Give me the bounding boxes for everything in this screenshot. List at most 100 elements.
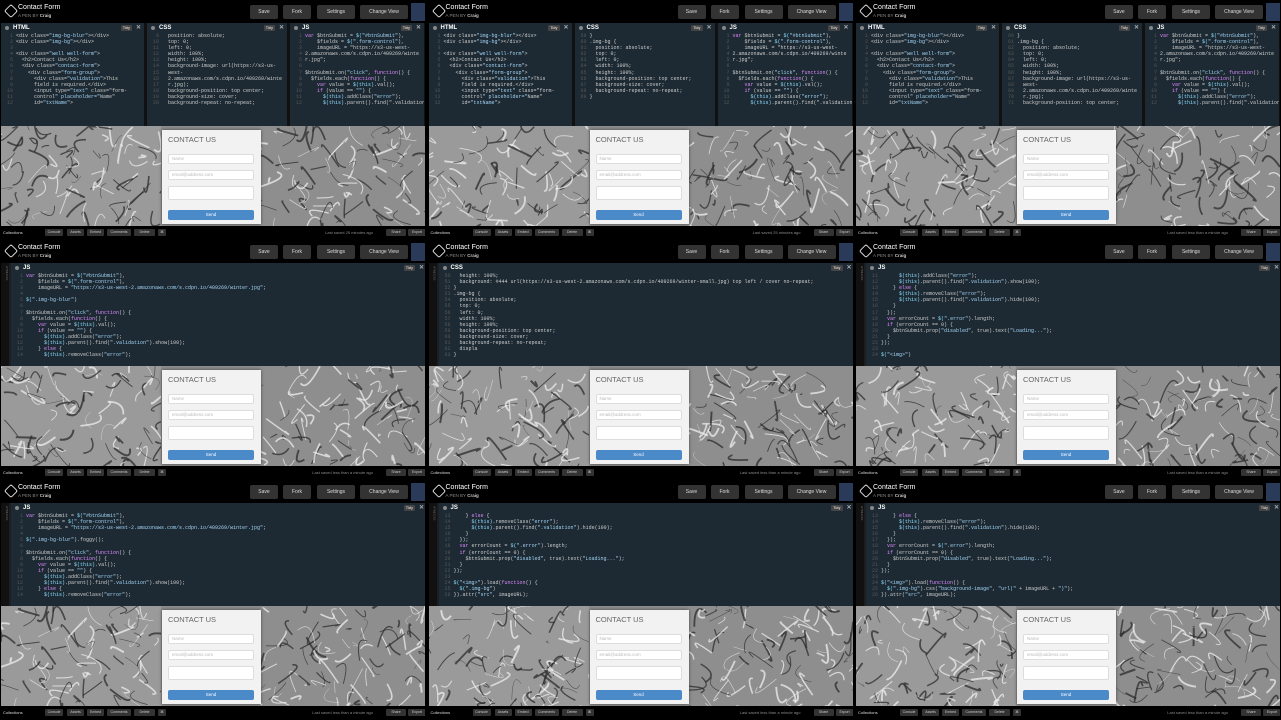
delete-button[interactable]: Delete (561, 709, 583, 716)
user-avatar[interactable] (1266, 483, 1280, 501)
save-button[interactable]: Save (677, 5, 706, 19)
export-button[interactable]: Export (1263, 229, 1280, 236)
editor-pane-css[interactable]: CSS Tidy ✕ 50 height: 100%; 51 background: #… (438, 263, 853, 366)
name-input[interactable]: Name (595, 154, 682, 164)
code-lines[interactable]: 13 } else {14 $(this).removeClass("error… (866, 513, 1280, 598)
pen-title[interactable]: Contact Form (446, 244, 488, 251)
collapsed-editors-tab[interactable]: HTMLCSS (428, 503, 437, 606)
send-button[interactable]: Send (168, 450, 254, 460)
comments-button[interactable]: Comments (962, 469, 986, 476)
embed-button[interactable]: Embed (514, 229, 532, 236)
user-avatar[interactable] (1266, 243, 1280, 261)
message-textarea[interactable] (168, 186, 254, 200)
delete-button[interactable]: Delete (989, 469, 1010, 476)
author-name[interactable]: Craig (895, 253, 907, 258)
email-input[interactable]: email@address.com (595, 170, 682, 180)
code-line[interactable]: 20 background-repeat: no-repeat; (149, 100, 287, 106)
user-avatar[interactable] (411, 3, 425, 21)
shortcut-button[interactable]: ⌘ (1013, 469, 1021, 476)
collections-button[interactable]: Collections (3, 469, 39, 476)
code-lines[interactable]: 1 var $btnSubmit = $("#btnSubmit"), 2 $fie… (718, 33, 851, 106)
comments-button[interactable]: Comments (534, 709, 559, 716)
settings-button[interactable]: Settings (744, 245, 783, 259)
code-lines[interactable]: 9 position: absolute; 10 top: 0; 11 left: … (147, 33, 287, 106)
codepen-logo-icon[interactable] (431, 483, 446, 499)
assets-button[interactable]: Assets (922, 709, 939, 716)
author-name[interactable]: Craig (40, 13, 52, 18)
fork-button[interactable]: Fork (1138, 485, 1166, 499)
tidy-button[interactable]: Tidy (548, 25, 560, 31)
editor-pane-css[interactable]: CSS Tidy ✕ 9 position: absolute; 10 top: 0; 1… (147, 23, 290, 126)
pen-title[interactable]: Contact Form (18, 484, 60, 491)
tidy-button[interactable]: Tidy (403, 505, 415, 511)
share-button[interactable]: Share (1241, 229, 1261, 236)
editor-pane-js[interactable]: JS Tidy ✕ 1 var $btnSubmit = $("#btnSubmit")… (717, 23, 853, 126)
export-button[interactable]: Export (408, 469, 425, 476)
collapsed-editors-tab[interactable]: HTMLCSS (1, 503, 9, 606)
close-icon[interactable]: ✕ (846, 263, 851, 273)
author-name[interactable]: Craig (467, 13, 479, 18)
save-button[interactable]: Save (250, 485, 278, 499)
email-input[interactable]: email@address.com (595, 410, 682, 420)
tidy-button[interactable]: Tidy (400, 25, 412, 31)
close-icon[interactable]: ✕ (843, 23, 848, 33)
codepen-logo-icon[interactable] (3, 3, 19, 19)
comments-button[interactable]: Comments (107, 469, 131, 476)
shortcut-button[interactable]: ⌘ (158, 709, 166, 716)
name-input[interactable]: Name (168, 634, 254, 644)
delete-button[interactable]: Delete (561, 229, 583, 236)
editor-pane-css[interactable]: CSS Tidy ✕ 60} 61 .img-bg {62 position: absol… (1002, 23, 1145, 126)
pen-title[interactable]: Contact Form (873, 244, 915, 251)
collections-button[interactable]: Collections (858, 709, 894, 716)
code-line[interactable]: 12 $(this).parent().find(".validation (292, 100, 424, 106)
console-button[interactable]: Console (900, 469, 918, 476)
code-lines[interactable]: 1 <div class="img-bg-blur"></div> 2 <div cl… (856, 33, 999, 106)
tidy-button[interactable]: Tidy (1255, 25, 1267, 31)
export-button[interactable]: Export (835, 709, 853, 716)
shortcut-button[interactable]: ⌘ (585, 469, 594, 476)
send-button[interactable]: Send (1023, 210, 1109, 220)
send-button[interactable]: Send (595, 210, 682, 220)
name-input[interactable]: Name (595, 634, 682, 644)
pen-title[interactable]: Contact Form (18, 4, 60, 11)
delete-button[interactable]: Delete (134, 229, 155, 236)
codepen-logo-icon[interactable] (858, 243, 874, 259)
tidy-button[interactable]: Tidy (120, 25, 132, 31)
user-avatar[interactable] (411, 483, 425, 501)
email-input[interactable]: email@address.com (1023, 170, 1109, 180)
export-button[interactable]: Export (408, 709, 425, 716)
console-button[interactable]: Console (45, 709, 63, 716)
change-view-button[interactable]: Change View (360, 245, 408, 259)
console-button[interactable]: Console (45, 229, 63, 236)
change-view-button[interactable]: Change View (787, 5, 836, 19)
assets-button[interactable]: Assets (494, 469, 512, 476)
code-lines[interactable]: 1 var $btnSubmit = $("#btnSubmit"), 2 $fie… (11, 513, 425, 598)
user-avatar[interactable] (1266, 3, 1280, 21)
save-button[interactable]: Save (250, 245, 278, 259)
code-line[interactable]: 14 $(this).removeClass("error"); (13, 352, 425, 358)
collections-button[interactable]: Collections (3, 709, 39, 716)
editor-pane-js[interactable]: JS Tidy ✕ 1 var $btnSubmit = $("#btnSubmit")… (290, 23, 425, 126)
change-view-button[interactable]: Change View (787, 245, 836, 259)
export-button[interactable]: Export (1263, 469, 1280, 476)
tidy-button[interactable]: Tidy (831, 505, 843, 511)
save-button[interactable]: Save (1105, 5, 1133, 19)
change-view-button[interactable]: Change View (360, 5, 408, 19)
name-input[interactable]: Name (595, 394, 682, 404)
settings-button[interactable]: Settings (1172, 5, 1210, 19)
settings-button[interactable]: Settings (744, 485, 783, 499)
change-view-button[interactable]: Change View (787, 485, 836, 499)
editor-pane-js[interactable]: JS Tidy ✕ 13 } else {14 $(this).removeClass… (866, 503, 1280, 606)
message-textarea[interactable] (168, 666, 254, 680)
close-icon[interactable]: ✕ (416, 23, 421, 33)
editor-pane-js[interactable]: JS Tidy ✕ 11 $(this).addClass("error"); 12 $… (866, 263, 1280, 366)
email-input[interactable]: email@address.com (595, 650, 682, 660)
shortcut-button[interactable]: ⌘ (1013, 229, 1021, 236)
assets-button[interactable]: Assets (922, 229, 939, 236)
comments-button[interactable]: Comments (962, 229, 986, 236)
close-icon[interactable]: ✕ (279, 23, 284, 33)
code-line[interactable]: 24 $("<img>") (868, 352, 1280, 358)
editor-pane-js[interactable]: JS Tidy ✕ 13 } else {14 $(this).removeClass… (438, 503, 853, 606)
code-lines[interactable]: 50 height: 100%; 51 background: #444 url(… (439, 273, 853, 358)
message-textarea[interactable] (595, 666, 682, 680)
